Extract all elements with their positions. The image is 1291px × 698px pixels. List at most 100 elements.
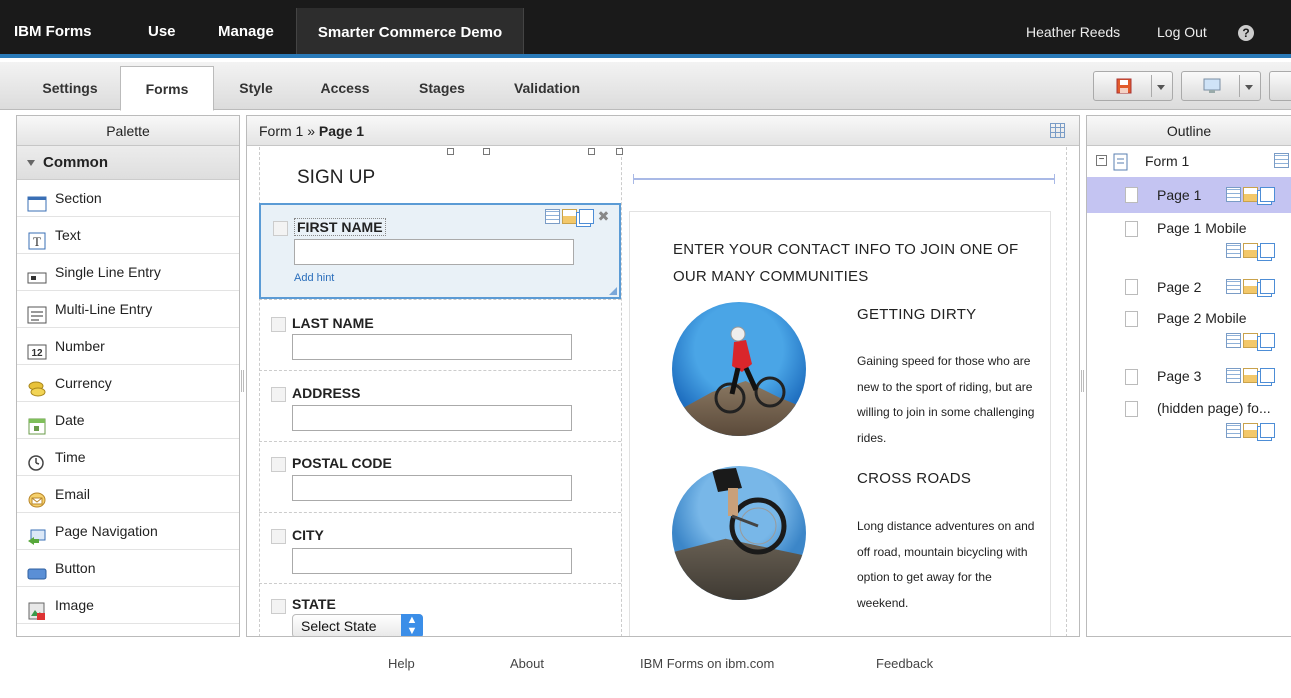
field-label[interactable]: FIRST NAME: [294, 218, 386, 236]
properties-icon[interactable]: [1274, 153, 1289, 168]
resize-handle[interactable]: [609, 287, 617, 295]
layout-handle[interactable]: [616, 148, 623, 155]
properties-icon[interactable]: [1226, 368, 1241, 383]
nav-manage[interactable]: Manage: [218, 0, 274, 54]
add-hint-link[interactable]: Add hint: [294, 272, 334, 284]
palette-item-number[interactable]: 12 Number: [17, 328, 239, 365]
palette-item-label: Text: [55, 227, 81, 243]
palette-item-currency[interactable]: Currency: [17, 365, 239, 402]
grid-icon[interactable]: [1050, 123, 1065, 138]
save-button[interactable]: [1093, 71, 1173, 101]
collapse-triangle-icon[interactable]: [27, 160, 35, 167]
outline-resize-handle[interactable]: [1081, 370, 1084, 392]
field-city[interactable]: CITY: [259, 513, 621, 583]
tab-settings[interactable]: Settings: [20, 66, 120, 110]
edit-icon[interactable]: [1243, 423, 1258, 438]
field-address[interactable]: ADDRESS: [259, 371, 621, 441]
field-checkbox[interactable]: [273, 221, 288, 236]
footer-about-link[interactable]: About: [510, 656, 544, 671]
outline-page-row[interactable]: Page 3: [1087, 361, 1291, 397]
edit-icon[interactable]: [1243, 243, 1258, 258]
info-card[interactable]: ENTER YOUR CONTACT INFO TO JOIN ONE OF O…: [629, 211, 1051, 636]
palette-item-section[interactable]: Section: [17, 180, 239, 217]
outline-page-row[interactable]: Page 1 Mobile: [1087, 213, 1291, 269]
field-state[interactable]: STATE Select State ▲ ▼: [259, 584, 621, 636]
field-checkbox[interactable]: [271, 529, 286, 544]
palette-item-multi-line-entry[interactable]: Multi-Line Entry: [17, 291, 239, 328]
field-checkbox[interactable]: [271, 317, 286, 332]
breadcrumb-form[interactable]: Form 1: [259, 123, 303, 139]
footer-feedback-link[interactable]: Feedback: [876, 656, 933, 671]
properties-icon[interactable]: [1226, 279, 1241, 294]
duplicate-icon[interactable]: [1260, 243, 1275, 258]
duplicate-icon[interactable]: [1260, 423, 1275, 438]
palette-item-email[interactable]: Email: [17, 476, 239, 513]
palette-resize-handle[interactable]: [241, 370, 244, 392]
form-heading[interactable]: SIGN UP: [297, 167, 375, 189]
chevron-down-icon[interactable]: [1245, 85, 1253, 90]
preview-button[interactable]: [1181, 71, 1261, 101]
layout-handle[interactable]: [588, 148, 595, 155]
city-input[interactable]: [292, 548, 572, 574]
palette-item-image[interactable]: Image: [17, 587, 239, 624]
user-name[interactable]: Heather Reeds: [1026, 0, 1120, 54]
field-checkbox[interactable]: [271, 387, 286, 402]
collapse-icon[interactable]: −: [1096, 155, 1107, 166]
palette-group-common[interactable]: Common: [17, 146, 239, 180]
duplicate-icon[interactable]: [1260, 187, 1275, 202]
app-title-tab[interactable]: Smarter Commerce Demo: [296, 8, 524, 54]
tab-forms[interactable]: Forms: [120, 66, 214, 111]
chevron-down-icon[interactable]: [1157, 85, 1165, 90]
palette-item-page-navigation[interactable]: Page Navigation: [17, 513, 239, 550]
field-last-name[interactable]: LAST NAME: [259, 300, 621, 370]
duplicate-icon[interactable]: [1260, 368, 1275, 383]
edit-icon[interactable]: [1243, 368, 1258, 383]
palette-item-date[interactable]: Date: [17, 402, 239, 439]
field-postal-code[interactable]: POSTAL CODE: [259, 442, 621, 512]
edit-icon[interactable]: [1243, 333, 1258, 348]
address-input[interactable]: [292, 405, 572, 431]
palette-item-time[interactable]: Time: [17, 439, 239, 476]
properties-icon[interactable]: [545, 209, 560, 224]
more-button[interactable]: [1269, 71, 1291, 101]
tab-access[interactable]: Access: [298, 66, 392, 110]
brand-logo[interactable]: IBM Forms: [14, 0, 92, 54]
tab-stages[interactable]: Stages: [392, 66, 492, 110]
palette-item-single-line-entry[interactable]: Single Line Entry: [17, 254, 239, 291]
properties-icon[interactable]: [1226, 423, 1241, 438]
duplicate-icon[interactable]: [1260, 279, 1275, 294]
tab-validation[interactable]: Validation: [492, 66, 602, 110]
edit-icon[interactable]: [1243, 187, 1258, 202]
mountain-rider-image: [672, 302, 806, 436]
field-checkbox[interactable]: [271, 457, 286, 472]
duplicate-icon[interactable]: [579, 209, 594, 224]
layout-handle[interactable]: [447, 148, 454, 155]
palette-item-text[interactable]: T Text: [17, 217, 239, 254]
properties-icon[interactable]: [1226, 243, 1241, 258]
close-icon[interactable]: ✖: [596, 209, 611, 224]
outline-page-row[interactable]: Page 2 Mobile: [1087, 305, 1291, 361]
outline-page-row[interactable]: Page 1: [1087, 177, 1291, 213]
palette-item-button[interactable]: Button: [17, 550, 239, 587]
nav-use[interactable]: Use: [148, 0, 176, 54]
edit-icon[interactable]: [562, 209, 577, 224]
footer-help-link[interactable]: Help: [388, 656, 415, 671]
layout-handle[interactable]: [483, 148, 490, 155]
outline-page-row[interactable]: (hidden page) fo...: [1087, 397, 1291, 453]
properties-icon[interactable]: [1226, 187, 1241, 202]
tab-style[interactable]: Style: [214, 66, 298, 110]
state-select[interactable]: Select State ▲ ▼: [292, 614, 423, 636]
duplicate-icon[interactable]: [1260, 333, 1275, 348]
postal-code-input[interactable]: [292, 475, 572, 501]
help-icon[interactable]: ?: [1238, 25, 1254, 41]
footer-ibm-link[interactable]: IBM Forms on ibm.com: [640, 656, 774, 671]
field-first-name[interactable]: FIRST NAME Add hint ✖: [259, 203, 621, 299]
last-name-input[interactable]: [292, 334, 572, 360]
edit-icon[interactable]: [1243, 279, 1258, 294]
properties-icon[interactable]: [1226, 333, 1241, 348]
first-name-input[interactable]: [294, 239, 574, 265]
outline-form-row[interactable]: − Form 1: [1087, 147, 1291, 177]
logout-link[interactable]: Log Out: [1157, 0, 1207, 54]
outline-page-row[interactable]: Page 2: [1087, 269, 1291, 305]
field-checkbox[interactable]: [271, 599, 286, 614]
